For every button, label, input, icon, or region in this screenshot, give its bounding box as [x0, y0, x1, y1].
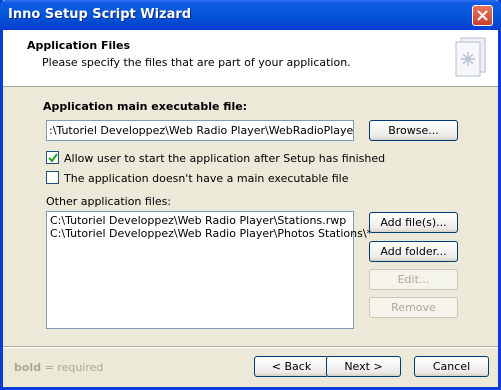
checkmark-icon [48, 153, 58, 163]
main-exe-label-text: Application main executable file: [43, 100, 248, 113]
footer-divider [3, 346, 498, 348]
list-item[interactable]: C:\Tutoriel Developpez\Web Radio Player\… [50, 214, 350, 227]
main-exe-value: :\Tutoriel Developpez\Web Radio Player\W… [49, 124, 354, 137]
allow-start-label[interactable]: Allow user to start the application afte… [64, 152, 385, 165]
back-button[interactable]: < Back [254, 356, 329, 377]
close-button[interactable] [472, 5, 493, 26]
main-exe-label: Application main executable file: [43, 100, 247, 113]
required-note-text: = required [41, 361, 104, 374]
add-folder-button[interactable]: Add folder... [369, 241, 458, 262]
browse-button[interactable]: Browse... [369, 120, 458, 141]
required-note: bold = required [14, 361, 103, 374]
add-files-button[interactable]: Add file(s)... [369, 212, 458, 233]
required-note-bold: bold [14, 361, 42, 374]
remove-button[interactable]: Remove [369, 297, 458, 318]
other-files-list[interactable]: C:\Tutoriel Developpez\Web Radio Player\… [46, 211, 372, 329]
title-bar[interactable]: Inno Setup Script Wizard [0, 0, 501, 30]
main-exe-input[interactable]: :\Tutoriel Developpez\Web Radio Player\W… [46, 120, 354, 141]
allow-start-checkbox[interactable] [46, 151, 59, 164]
wizard-header: Application Files Please specify the fil… [3, 30, 498, 87]
wizard-window: Inno Setup Script Wizard Application Fil… [0, 0, 501, 390]
no-main-exe-checkbox[interactable] [46, 171, 59, 184]
no-main-exe-label[interactable]: The application doesn't have a main exec… [64, 172, 349, 185]
other-files-label: Other application files: [46, 195, 172, 208]
cancel-button[interactable]: Cancel [414, 356, 489, 377]
edit-button[interactable]: Edit... [369, 269, 458, 290]
wizard-document-icon [455, 37, 486, 77]
page-title: Application Files [27, 39, 131, 52]
window-title: Inno Setup Script Wizard [8, 7, 192, 22]
next-button[interactable]: Next > [326, 356, 401, 377]
page-subtitle: Please specify the files that are part o… [42, 56, 351, 69]
list-item[interactable]: C:\Tutoriel Developpez\Web Radio Player\… [50, 227, 372, 240]
close-icon [477, 10, 488, 21]
